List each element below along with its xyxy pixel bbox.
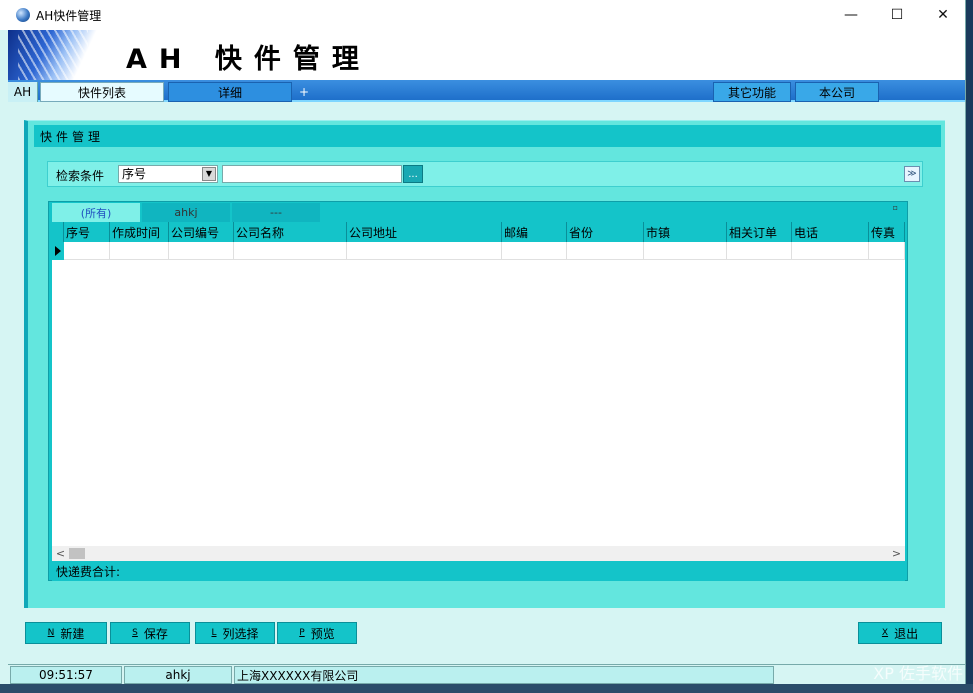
- column-header[interactable]: 省份: [567, 222, 644, 242]
- window-title: AH快件管理: [36, 8, 102, 23]
- grid-filter-tabs: (所有) ahkj --- ▫: [52, 202, 902, 222]
- minimize-button[interactable]: —: [828, 0, 874, 30]
- column-header[interactable]: 相关订单: [727, 222, 792, 242]
- scroll-left-icon[interactable]: <: [52, 546, 69, 561]
- save-shortcut: S: [132, 628, 138, 638]
- status-company: 上海XXXXXX有限公司: [234, 666, 774, 684]
- search-input[interactable]: [222, 165, 402, 183]
- app-window: AH快件管理 — ☐ ✕ AH 快件管理 AH 快件列表 详细 + 其它功能 本…: [0, 0, 966, 693]
- current-row-arrow-icon: [52, 242, 64, 260]
- column-select-button[interactable]: L 列选择: [195, 622, 275, 644]
- maximize-button[interactable]: ☐: [874, 0, 920, 30]
- watermark-text: XP 佐手软件: [873, 664, 963, 683]
- new-shortcut: N: [47, 628, 55, 638]
- table-cell[interactable]: [234, 242, 347, 260]
- exit-button[interactable]: X 退出: [858, 622, 942, 644]
- data-grid[interactable]: 序号 作成时间 公司编号 公司名称 公司地址 邮编 省份 市镇 相关订单 电话 …: [52, 222, 905, 546]
- search-bar: 检索条件 序号 ▼ ... ≫: [47, 161, 923, 187]
- status-bar: 09:51:57 ahkj 上海XXXXXX有限公司: [8, 664, 965, 684]
- grid-corner-icon: ▫: [892, 203, 898, 212]
- table-cell[interactable]: [110, 242, 169, 260]
- scroll-thumb[interactable]: [69, 548, 85, 559]
- grid-tab-other[interactable]: ---: [232, 203, 320, 222]
- shipping-fee-total: 快递费合计:: [52, 561, 905, 581]
- exit-label: 退出: [894, 626, 919, 641]
- tab-ah[interactable]: AH: [8, 82, 38, 102]
- columns-shortcut: L: [211, 628, 217, 638]
- grid-frame: (所有) ahkj --- ▫ 序号 作成时间 公司编号 公司名称 公司地址 邮…: [48, 201, 908, 581]
- column-header[interactable]: 作成时间: [110, 222, 169, 242]
- banner-title: AH 快件管理: [126, 44, 371, 75]
- table-cell[interactable]: [567, 242, 644, 260]
- banner-art-icon: [8, 30, 133, 80]
- table-cell[interactable]: [792, 242, 869, 260]
- tab-other-functions[interactable]: 其它功能: [713, 82, 791, 102]
- preview-label: 预览: [310, 626, 335, 641]
- main-tab-strip: AH 快件列表 详细 + 其它功能 本公司: [8, 80, 965, 102]
- column-header[interactable]: 市镇: [644, 222, 727, 242]
- tab-detail[interactable]: 详细: [168, 82, 292, 102]
- table-row[interactable]: [52, 242, 905, 260]
- column-header[interactable]: 公司地址: [347, 222, 502, 242]
- save-label: 保存: [143, 626, 168, 641]
- grid-tab-ahkj[interactable]: ahkj: [142, 203, 230, 222]
- search-field-select[interactable]: 序号 ▼: [118, 165, 218, 183]
- close-button[interactable]: ✕: [920, 0, 965, 30]
- search-browse-button[interactable]: ...: [403, 165, 423, 183]
- table-cell[interactable]: [347, 242, 502, 260]
- panel-title: 快件管理: [34, 125, 941, 147]
- banner: AH 快件管理: [8, 30, 965, 80]
- column-header[interactable]: 电话: [792, 222, 869, 242]
- express-panel: 快件管理 检索条件 序号 ▼ ... ≫ (所有) ahkj --- ▫ 序号: [24, 120, 945, 608]
- status-time: 09:51:57: [10, 666, 122, 684]
- column-header[interactable]: 公司名称: [234, 222, 347, 242]
- table-cell[interactable]: [169, 242, 234, 260]
- save-button[interactable]: S 保存: [110, 622, 190, 644]
- table-cell[interactable]: [727, 242, 792, 260]
- new-label: 新建: [60, 626, 85, 641]
- scroll-right-icon[interactable]: >: [888, 546, 905, 561]
- grid-header: 序号 作成时间 公司编号 公司名称 公司地址 邮编 省份 市镇 相关订单 电话 …: [52, 222, 905, 242]
- title-bar: AH快件管理 — ☐ ✕: [0, 0, 965, 30]
- status-user: ahkj: [124, 666, 232, 684]
- exit-shortcut: X: [881, 628, 889, 638]
- search-field-value: 序号: [122, 167, 147, 181]
- column-header[interactable]: 传真: [869, 222, 905, 242]
- new-button[interactable]: N 新建: [25, 622, 107, 644]
- tab-own-company[interactable]: 本公司: [795, 82, 879, 102]
- grid-tab-all[interactable]: (所有): [52, 203, 140, 222]
- column-header[interactable]: 邮编: [502, 222, 567, 242]
- chevron-down-icon[interactable]: ▼: [202, 167, 216, 181]
- columns-label: 列选择: [222, 626, 259, 641]
- app-globe-icon: [16, 8, 30, 22]
- header-indicator: [52, 222, 64, 242]
- table-cell[interactable]: [64, 242, 110, 260]
- preview-shortcut: P: [299, 628, 305, 638]
- table-cell[interactable]: [869, 242, 905, 260]
- column-header[interactable]: 序号: [64, 222, 110, 242]
- search-label: 检索条件: [56, 169, 105, 183]
- preview-button[interactable]: P 预览: [277, 622, 357, 644]
- horizontal-scrollbar[interactable]: < >: [52, 546, 905, 561]
- taskbar-strip: [0, 684, 973, 693]
- column-header[interactable]: 公司编号: [169, 222, 234, 242]
- table-cell[interactable]: [502, 242, 567, 260]
- tab-add[interactable]: +: [294, 82, 314, 102]
- tab-express-list[interactable]: 快件列表: [40, 82, 164, 102]
- table-cell[interactable]: [644, 242, 727, 260]
- collapse-icon[interactable]: ≫: [904, 166, 920, 182]
